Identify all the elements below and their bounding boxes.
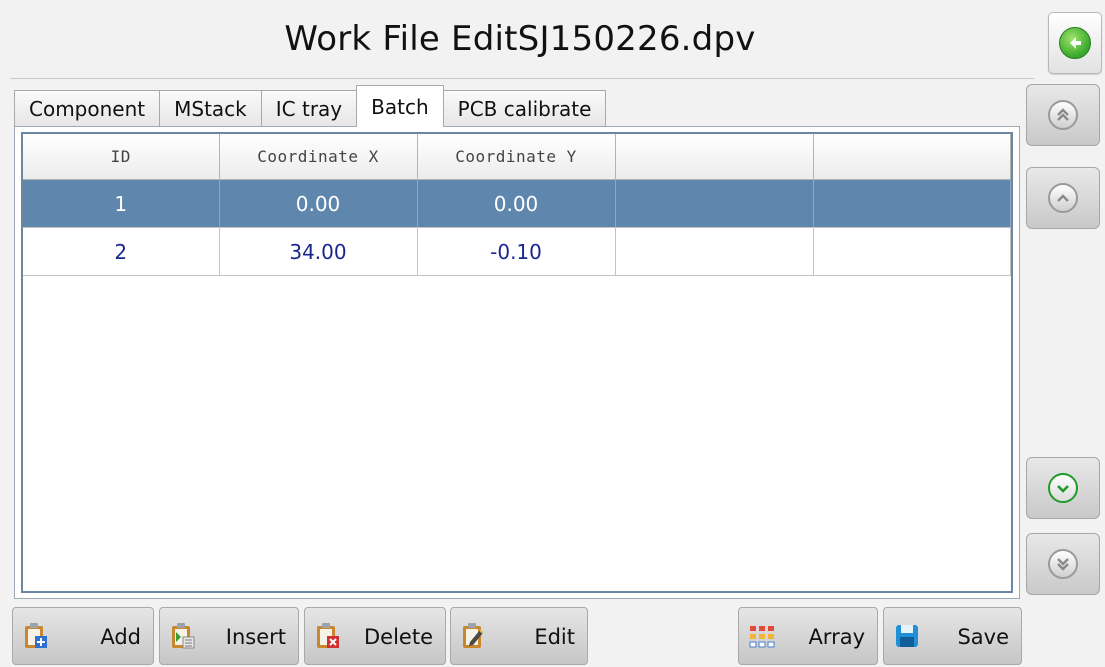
tab-component[interactable]: Component: [14, 90, 161, 126]
title-divider: [10, 78, 1034, 79]
array-grid-icon: [749, 622, 775, 650]
column-header-empty-1: [615, 134, 814, 180]
save-button[interactable]: Save: [883, 607, 1022, 665]
tab-batch[interactable]: Batch: [356, 85, 444, 127]
bottom-toolbar: Add Insert Delete Edit Array Save: [0, 603, 1105, 667]
cell-coordinate-y: 0.00: [417, 179, 616, 228]
array-label: Array: [808, 625, 865, 649]
back-arrow-icon: [1059, 27, 1091, 59]
save-label: Save: [957, 625, 1009, 649]
column-header-empty-2: [813, 134, 1011, 180]
table-row[interactable]: 2 34.00 -0.10: [23, 227, 1011, 276]
cell-coordinate-x: 34.00: [219, 227, 418, 276]
table-row[interactable]: 1 0.00 0.00: [23, 179, 1011, 228]
scroll-bottom-button[interactable]: [1026, 533, 1100, 595]
cell-empty: [615, 227, 814, 276]
batch-panel: ID Coordinate X Coordinate Y 1 0.00 0.00…: [14, 126, 1020, 599]
double-chevron-down-icon: [1048, 549, 1078, 579]
insert-button[interactable]: Insert: [159, 607, 299, 665]
chevron-down-icon: [1048, 473, 1078, 503]
back-button[interactable]: [1048, 12, 1102, 74]
tab-bar: Component MStack IC tray Batch PCB calib…: [14, 85, 607, 127]
add-clipboard-icon: [23, 622, 49, 650]
column-header-id[interactable]: ID: [23, 134, 220, 180]
batch-table-frame: ID Coordinate X Coordinate Y 1 0.00 0.00…: [21, 132, 1013, 593]
double-chevron-up-icon: [1048, 100, 1078, 130]
scroll-down-button[interactable]: [1026, 457, 1100, 519]
delete-button[interactable]: Delete: [304, 607, 446, 665]
scroll-up-button[interactable]: [1026, 167, 1100, 229]
edit-label: Edit: [534, 625, 575, 649]
window-title: Work File EditSJ150226.dpv: [284, 19, 756, 59]
add-button[interactable]: Add: [12, 607, 154, 665]
cell-empty: [615, 179, 814, 228]
table-header-row: ID Coordinate X Coordinate Y: [23, 134, 1011, 180]
delete-label: Delete: [364, 625, 433, 649]
column-header-coordinate-x[interactable]: Coordinate X: [219, 134, 418, 180]
batch-table: ID Coordinate X Coordinate Y 1 0.00 0.00…: [23, 134, 1011, 276]
cell-coordinate-x: 0.00: [219, 179, 418, 228]
title-bar: Work File EditSJ150226.dpv: [0, 0, 1040, 78]
tab-mstack[interactable]: MStack: [159, 90, 262, 126]
array-button[interactable]: Array: [738, 607, 878, 665]
edit-button[interactable]: Edit: [450, 607, 588, 665]
insert-clipboard-icon: [170, 622, 196, 650]
edit-clipboard-icon: [461, 622, 487, 650]
tab-pcb-calibrate[interactable]: PCB calibrate: [442, 90, 607, 126]
tab-ic-tray[interactable]: IC tray: [260, 90, 358, 126]
cell-empty: [813, 227, 1011, 276]
cell-empty: [813, 179, 1011, 228]
insert-label: Insert: [225, 625, 286, 649]
delete-clipboard-icon: [315, 622, 341, 650]
cell-id: 1: [23, 179, 220, 228]
add-label: Add: [100, 625, 141, 649]
scroll-top-button[interactable]: [1026, 84, 1100, 146]
cell-coordinate-y: -0.10: [417, 227, 616, 276]
chevron-up-icon: [1048, 183, 1078, 213]
cell-id: 2: [23, 227, 220, 276]
column-header-coordinate-y[interactable]: Coordinate Y: [417, 134, 616, 180]
save-disk-icon: [894, 622, 920, 650]
